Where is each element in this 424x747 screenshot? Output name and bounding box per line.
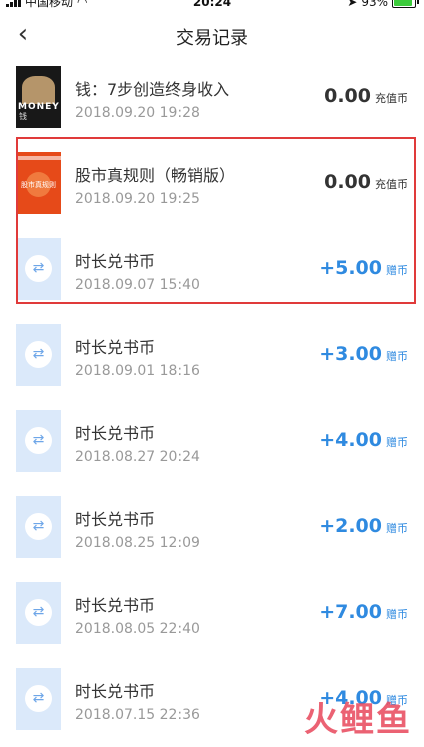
transaction-name: 时长兑书币 xyxy=(75,682,156,701)
exchange-icon: ⇄ xyxy=(25,255,52,282)
transaction-amount: 0.00 充值币 xyxy=(324,171,408,193)
transaction-list: MONEY 钱 钱：7步创造终身收入 2018.09.20 19:28 0.00… xyxy=(0,58,424,746)
location-icon: ➤ xyxy=(347,0,358,9)
status-bar: 中国移动 ◠ 20:24 ➤ 93% xyxy=(0,0,424,12)
transaction-amount: +2.00 赠币 xyxy=(319,515,408,537)
exchange-thumbnail: ⇄ xyxy=(16,324,61,386)
transaction-date: 2018.08.05 22:40 xyxy=(75,621,200,637)
amount-value: 0.00 xyxy=(324,85,371,107)
page-title: 交易记录 xyxy=(176,28,248,49)
watermark-logo: 火鲤鱼 xyxy=(304,700,412,740)
transaction-row[interactable]: ⇄ 时长兑书币 2018.08.05 22:40 +7.00 赠币 xyxy=(0,574,424,660)
amount-unit: 赠币 xyxy=(386,608,408,621)
transaction-name: 时长兑书币 xyxy=(75,596,156,615)
book-cover: MONEY 钱 xyxy=(16,66,61,128)
exchange-thumbnail: ⇄ xyxy=(16,496,61,558)
status-right: ➤ 93% xyxy=(347,0,419,9)
amount-unit: 赠币 xyxy=(386,436,408,449)
battery-icon xyxy=(392,0,419,8)
transaction-name: 时长兑书币 xyxy=(75,510,156,529)
transaction-name: 时长兑书币 xyxy=(75,252,156,271)
exchange-thumbnail: ⇄ xyxy=(16,582,61,644)
transaction-row[interactable]: ⇄ 时长兑书币 2018.09.07 15:40 +5.00 赠币 xyxy=(0,230,424,316)
amount-unit: 赠币 xyxy=(386,264,408,277)
transaction-date: 2018.08.27 20:24 xyxy=(75,449,200,465)
amount-value: +5.00 xyxy=(319,257,382,279)
transaction-name: 时长兑书币 xyxy=(75,424,156,443)
amount-value: 0.00 xyxy=(324,171,371,193)
exchange-thumbnail: ⇄ xyxy=(16,668,61,730)
transaction-row[interactable]: ⇄ 时长兑书币 2018.08.27 20:24 +4.00 赠币 xyxy=(0,402,424,488)
transaction-date: 2018.09.07 15:40 xyxy=(75,277,200,293)
transaction-row[interactable]: 股市真规则 股市真规则（畅销版） 2018.09.20 19:25 0.00 充… xyxy=(0,144,424,230)
transaction-row[interactable]: MONEY 钱 钱：7步创造终身收入 2018.09.20 19:28 0.00… xyxy=(0,58,424,144)
exchange-icon: ⇄ xyxy=(25,427,52,454)
exchange-icon: ⇄ xyxy=(25,341,52,368)
exchange-thumbnail: ⇄ xyxy=(16,238,61,300)
transaction-row[interactable]: ⇄ 时长兑书币 2018.08.25 12:09 +2.00 赠币 xyxy=(0,488,424,574)
cover-title: 股市真规则 xyxy=(21,181,56,189)
transaction-name: 钱：7步创造终身收入 xyxy=(75,80,230,99)
amount-unit: 赠币 xyxy=(386,350,408,363)
transaction-amount: 0.00 充值币 xyxy=(324,85,408,107)
exchange-icon: ⇄ xyxy=(25,599,52,626)
exchange-icon: ⇄ xyxy=(25,685,52,712)
book-cover: 股市真规则 xyxy=(16,152,61,214)
amount-unit: 赠币 xyxy=(386,522,408,535)
amount-value: +3.00 xyxy=(319,343,382,365)
exchange-icon: ⇄ xyxy=(25,513,52,540)
transaction-date: 2018.08.25 12:09 xyxy=(75,535,200,551)
transaction-name: 时长兑书币 xyxy=(75,338,156,357)
cover-subtitle: 钱 xyxy=(19,112,27,121)
transaction-date: 2018.09.01 18:16 xyxy=(75,363,200,379)
transaction-date: 2018.07.15 22:36 xyxy=(75,707,200,723)
transaction-amount: +4.00 赠币 xyxy=(319,429,408,451)
amount-value: +4.00 xyxy=(319,429,382,451)
amount-unit: 充值币 xyxy=(375,178,408,191)
transaction-amount: +7.00 赠币 xyxy=(319,601,408,623)
transaction-row[interactable]: ⇄ 时长兑书币 2018.09.01 18:16 +3.00 赠币 xyxy=(0,316,424,402)
battery-percent: 93% xyxy=(361,0,388,9)
amount-value: +2.00 xyxy=(319,515,382,537)
exchange-thumbnail: ⇄ xyxy=(16,410,61,472)
nav-bar: ‹ 交易记录 xyxy=(0,12,424,58)
transaction-date: 2018.09.20 19:25 xyxy=(75,191,200,207)
transaction-name: 股市真规则（畅销版） xyxy=(75,166,236,185)
amount-value: +7.00 xyxy=(319,601,382,623)
amount-unit: 充值币 xyxy=(375,92,408,105)
transaction-amount: +3.00 赠币 xyxy=(319,343,408,365)
transaction-amount: +5.00 赠币 xyxy=(319,257,408,279)
transaction-date: 2018.09.20 19:28 xyxy=(75,105,200,121)
